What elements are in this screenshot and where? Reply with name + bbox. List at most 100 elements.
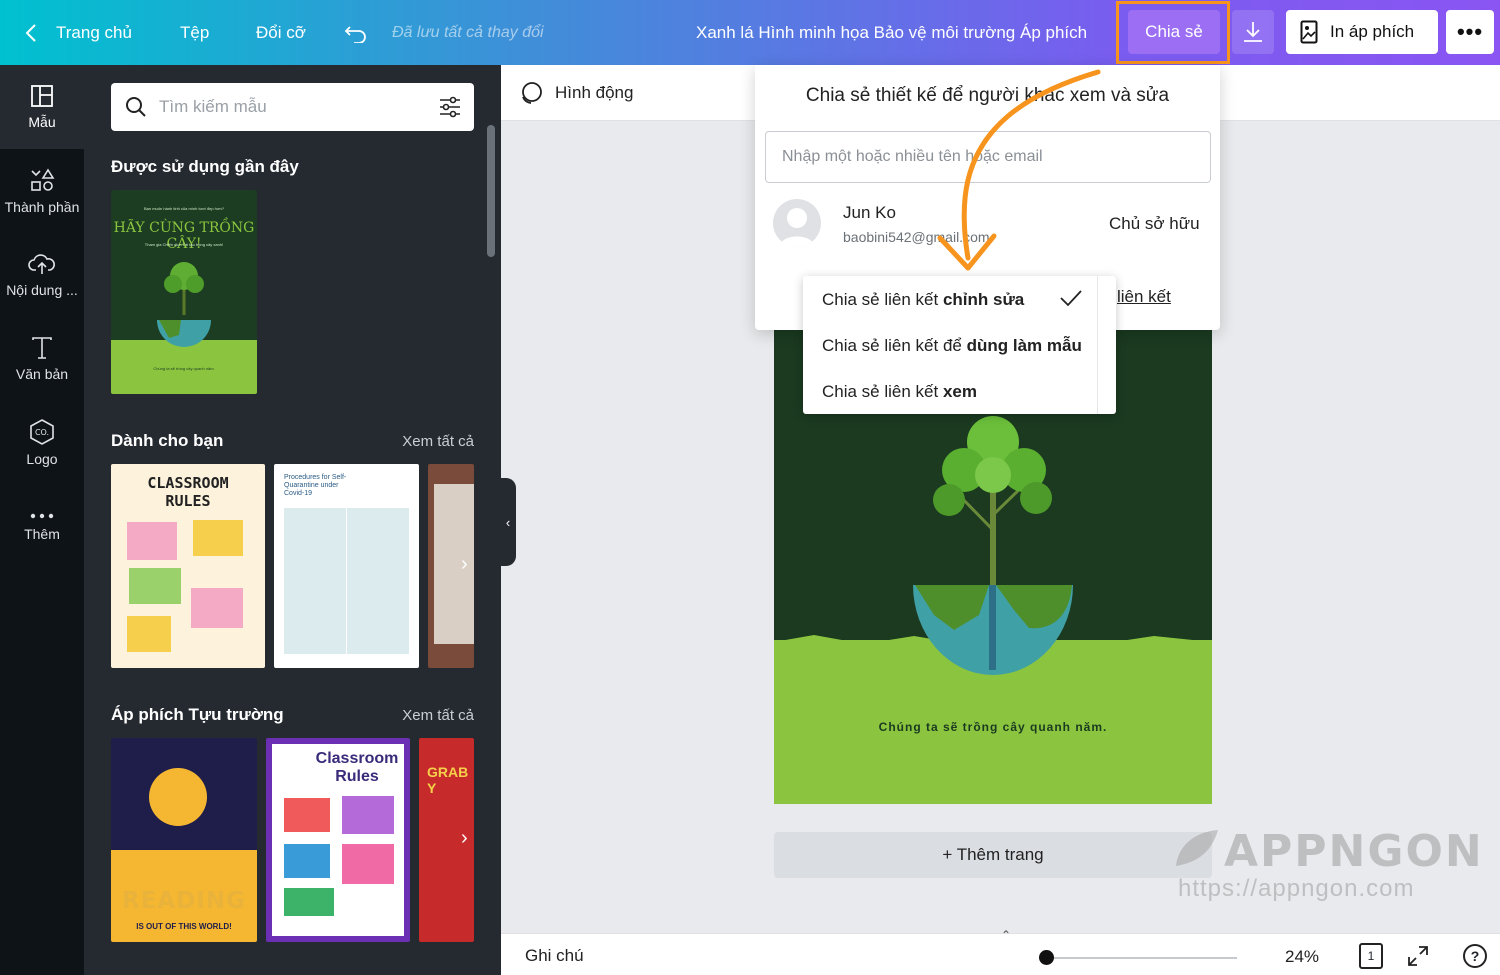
zoom-level[interactable]: 24%	[1285, 947, 1319, 967]
animate-button[interactable]: Hình động	[519, 81, 633, 105]
copy-link-button[interactable]: liên kết	[1117, 287, 1171, 307]
thumb-grab-title: GRAB Y	[427, 764, 469, 796]
carousel-next-icon[interactable]: ›	[461, 553, 483, 575]
page-count-button[interactable]: 1	[1359, 943, 1383, 969]
dropdown-item-view[interactable]: Chia sẻ liên kết xem	[822, 382, 977, 402]
poster-caption: Chúng ta sẽ trồng cây quanh năm.	[878, 720, 1108, 734]
dropdown-item-bold: chỉnh sửa	[942, 290, 1025, 309]
thumb-reading-title: READING	[122, 888, 246, 914]
rail-item-templates[interactable]: Mẫu	[0, 65, 84, 149]
email-placeholder: Nhập một hoặc nhiều tên hoặc email	[782, 148, 1043, 165]
more-dots-icon	[30, 513, 54, 519]
watermark: APPNGON https://appngon.com	[1172, 826, 1484, 903]
design-title[interactable]: Xanh lá Hình minh họa Bảo vệ môi trường …	[696, 0, 1087, 65]
rail-label: Văn bản	[15, 366, 69, 382]
download-icon	[1244, 22, 1262, 42]
rail-label: Logo	[26, 451, 58, 467]
share-email-input[interactable]: Nhập một hoặc nhiều tên hoặc email	[765, 131, 1211, 183]
animate-icon	[522, 82, 542, 104]
see-all-for-you-link[interactable]: Xem tất cả	[402, 433, 474, 450]
dropdown-item-prefix: Chia sẻ liên kết để	[822, 336, 967, 355]
share-highlight-box	[1116, 1, 1230, 64]
home-link[interactable]: Trang chủ	[24, 0, 132, 65]
print-poster-button[interactable]: In áp phích	[1286, 10, 1438, 54]
top-toolbar: Trang chủ Tệp Đổi cỡ Đã lưu tất cả thay …	[0, 0, 1500, 65]
notes-button[interactable]: Ghi chú	[525, 946, 584, 966]
dropdown-item-bold: dùng làm mẫu	[966, 336, 1082, 355]
chevron-left-icon: ‹	[505, 514, 511, 530]
search-placeholder: Tìm kiếm mẫu	[159, 97, 267, 116]
dropdown-item-edit[interactable]: Chia sẻ liên kết chỉnh sửa	[822, 290, 1024, 310]
filter-icon[interactable]	[438, 96, 462, 118]
dropdown-item-bold: xem	[942, 382, 977, 401]
svg-text:CO.: CO.	[35, 428, 49, 437]
poster-icon	[1300, 20, 1318, 44]
rail-item-text[interactable]: Văn bản	[0, 317, 84, 401]
search-icon	[126, 97, 146, 117]
resize-menu[interactable]: Đổi cỡ	[256, 0, 306, 65]
cloud-upload-icon	[28, 254, 55, 274]
logo-icon: CO.	[30, 419, 54, 445]
owner-role-label: Chủ sở hữu	[1109, 214, 1200, 233]
zoom-slider-handle[interactable]	[1039, 950, 1054, 965]
template-search-input[interactable]: Tìm kiếm mẫu	[111, 83, 474, 131]
rail-label: Thành phần	[4, 199, 80, 215]
checkmark-icon	[1060, 290, 1082, 307]
share-link-dropdown: Chia sẻ liên kết chỉnh sửa Chia sẻ liên …	[803, 276, 1116, 414]
templates-icon	[31, 85, 53, 107]
download-button[interactable]	[1232, 10, 1274, 54]
side-rail: Mẫu Thành phần Nội dung ... Văn bản CO. …	[0, 65, 84, 975]
thumb-reading-sub: IS OUT OF THIS WORLD!	[136, 922, 232, 931]
covid-procedures-thumbnail[interactable]: Procedures for Self-Quarantine under Cov…	[274, 464, 419, 668]
thumb-procedures-title: Procedures for Self-Quarantine under Cov…	[284, 474, 347, 497]
templates-panel: Tìm kiếm mẫu Được sử dụng gần đây Bạn mu…	[84, 65, 501, 975]
undo-button[interactable]	[344, 0, 368, 65]
appngon-leaf-logo	[1176, 830, 1218, 866]
collapse-panel-button[interactable]: ‹	[500, 478, 516, 566]
user-name: Jun Ko	[843, 203, 896, 222]
rail-item-uploads[interactable]: Nội dung ...	[0, 233, 84, 317]
classroom-rules-poster-thumbnail[interactable]: Classroom Rules	[266, 738, 410, 942]
chevron-up-icon[interactable]: ⌃	[1001, 928, 1011, 942]
share-popup-title: Chia sẻ thiết kế để người khác xem và sử…	[805, 85, 1170, 106]
user-silhouette-icon	[779, 208, 815, 247]
tree-globe-illustration	[111, 262, 257, 394]
dropdown-item-prefix: Chia sẻ liên kết	[822, 382, 943, 401]
rail-label: Thêm	[24, 526, 60, 542]
recent-template-thumbnail[interactable]: Bạn muốn hành tinh của mình tươi đẹp hơn…	[111, 190, 257, 394]
carousel-next-icon[interactable]: ›	[461, 827, 483, 849]
recent-section-title: Được sử dụng gần đây	[111, 157, 299, 176]
add-page-button[interactable]: + Thêm trang	[774, 832, 1212, 878]
classroom-rules-thumbnail[interactable]: CLASSROOM RULES	[111, 464, 265, 668]
save-status: Đã lưu tất cả thay đổi	[392, 23, 544, 41]
chevron-left-icon	[25, 23, 36, 42]
rail-label: Mẫu	[28, 114, 56, 130]
school-posters-section-title: Áp phích Tựu trường	[111, 705, 284, 724]
thumb-classroom2-title: Classroom Rules	[315, 750, 399, 785]
panel-scrollbar[interactable]	[487, 125, 495, 257]
animate-label: Hình động	[555, 83, 634, 102]
thumb-recent-footer: Chúng ta sẽ trồng cây quanh năm.	[153, 366, 215, 371]
dropdown-item-template[interactable]: Chia sẻ liên kết để dùng làm mẫu	[822, 336, 1082, 356]
reading-poster-thumbnail[interactable]: READING IS OUT OF THIS WORLD!	[111, 738, 257, 942]
dropdown-item-prefix: Chia sẻ liên kết	[822, 290, 943, 309]
watermark-url: https://appngon.com	[1178, 875, 1415, 902]
text-icon	[32, 337, 52, 359]
undo-icon	[344, 25, 366, 43]
fullscreen-icon[interactable]	[1407, 945, 1429, 967]
print-label: In áp phích	[1330, 22, 1415, 41]
elements-icon	[31, 168, 55, 191]
see-all-school-link[interactable]: Xem tất cả	[402, 707, 474, 724]
user-avatar	[773, 199, 821, 247]
rail-item-more[interactable]: Thêm	[0, 485, 84, 569]
more-options-button[interactable]: •••	[1446, 10, 1494, 54]
zoom-slider-track[interactable]	[1041, 957, 1237, 959]
rail-item-logo[interactable]: CO. Logo	[0, 401, 84, 485]
user-email: baobini542@gmail.com	[843, 229, 990, 245]
rail-item-elements[interactable]: Thành phần	[0, 149, 84, 233]
for-you-section-title: Dành cho bạn	[111, 431, 224, 450]
help-button[interactable]: ?	[1463, 944, 1487, 968]
thumb-classroom-title: CLASSROOM RULES	[147, 474, 229, 510]
file-menu[interactable]: Tệp	[180, 0, 209, 65]
bottom-bar: Ghi chú 24% 1 ? ⌃	[501, 928, 1500, 975]
